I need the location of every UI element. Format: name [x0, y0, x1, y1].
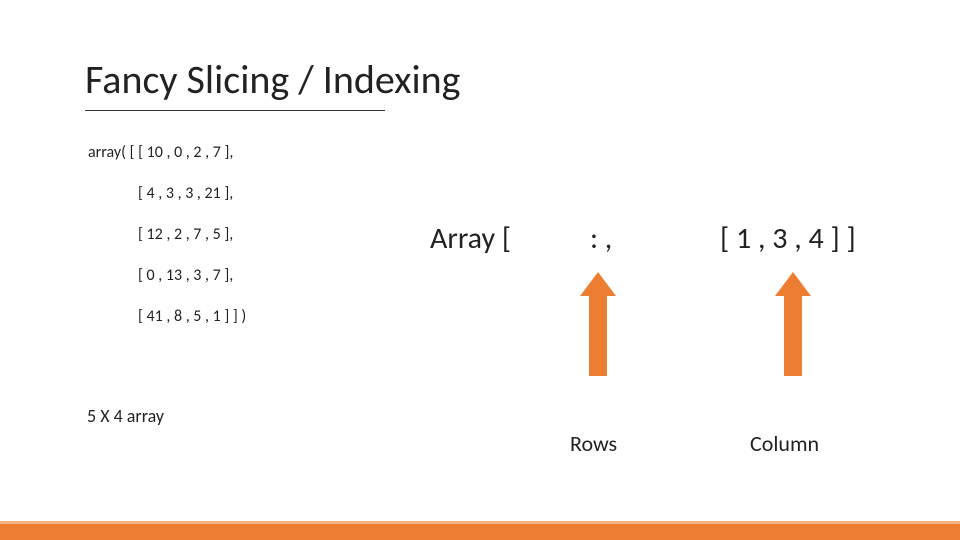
slide: Fancy Slicing / Indexing array( [ [ 10 ,…	[0, 0, 960, 540]
array-row: array( [ [ 10 , 0 , 2 , 7 ],	[88, 145, 246, 161]
dimension-note: 5 X 4 array	[87, 405, 164, 427]
arrow-up-icon	[580, 272, 616, 376]
title-underline	[85, 110, 385, 111]
array-literal: array( [ [ 10 , 0 , 2 , 7 ], [ 4 , 3 , 3…	[88, 145, 246, 350]
footer-accent-bar	[0, 524, 960, 540]
column-label: Column	[750, 430, 819, 457]
expr-array-open: Array [	[430, 220, 511, 257]
expr-cols-part: [ 1 , 3 , 4 ] ]	[720, 220, 856, 257]
rows-label: Rows	[570, 430, 617, 457]
array-row: [ 0 , 13 , 3 , 7 ],	[88, 268, 246, 284]
arrow-up-icon	[775, 272, 811, 376]
expr-rows-part: : ,	[590, 220, 612, 257]
array-row: [ 12 , 2 , 7 , 5 ],	[88, 227, 246, 243]
slide-title: Fancy Slicing / Indexing	[85, 55, 461, 104]
array-row: [ 4 , 3 , 3 , 21 ],	[88, 186, 246, 202]
array-row: [ 41 , 8 , 5 , 1 ] ] )	[88, 309, 246, 325]
